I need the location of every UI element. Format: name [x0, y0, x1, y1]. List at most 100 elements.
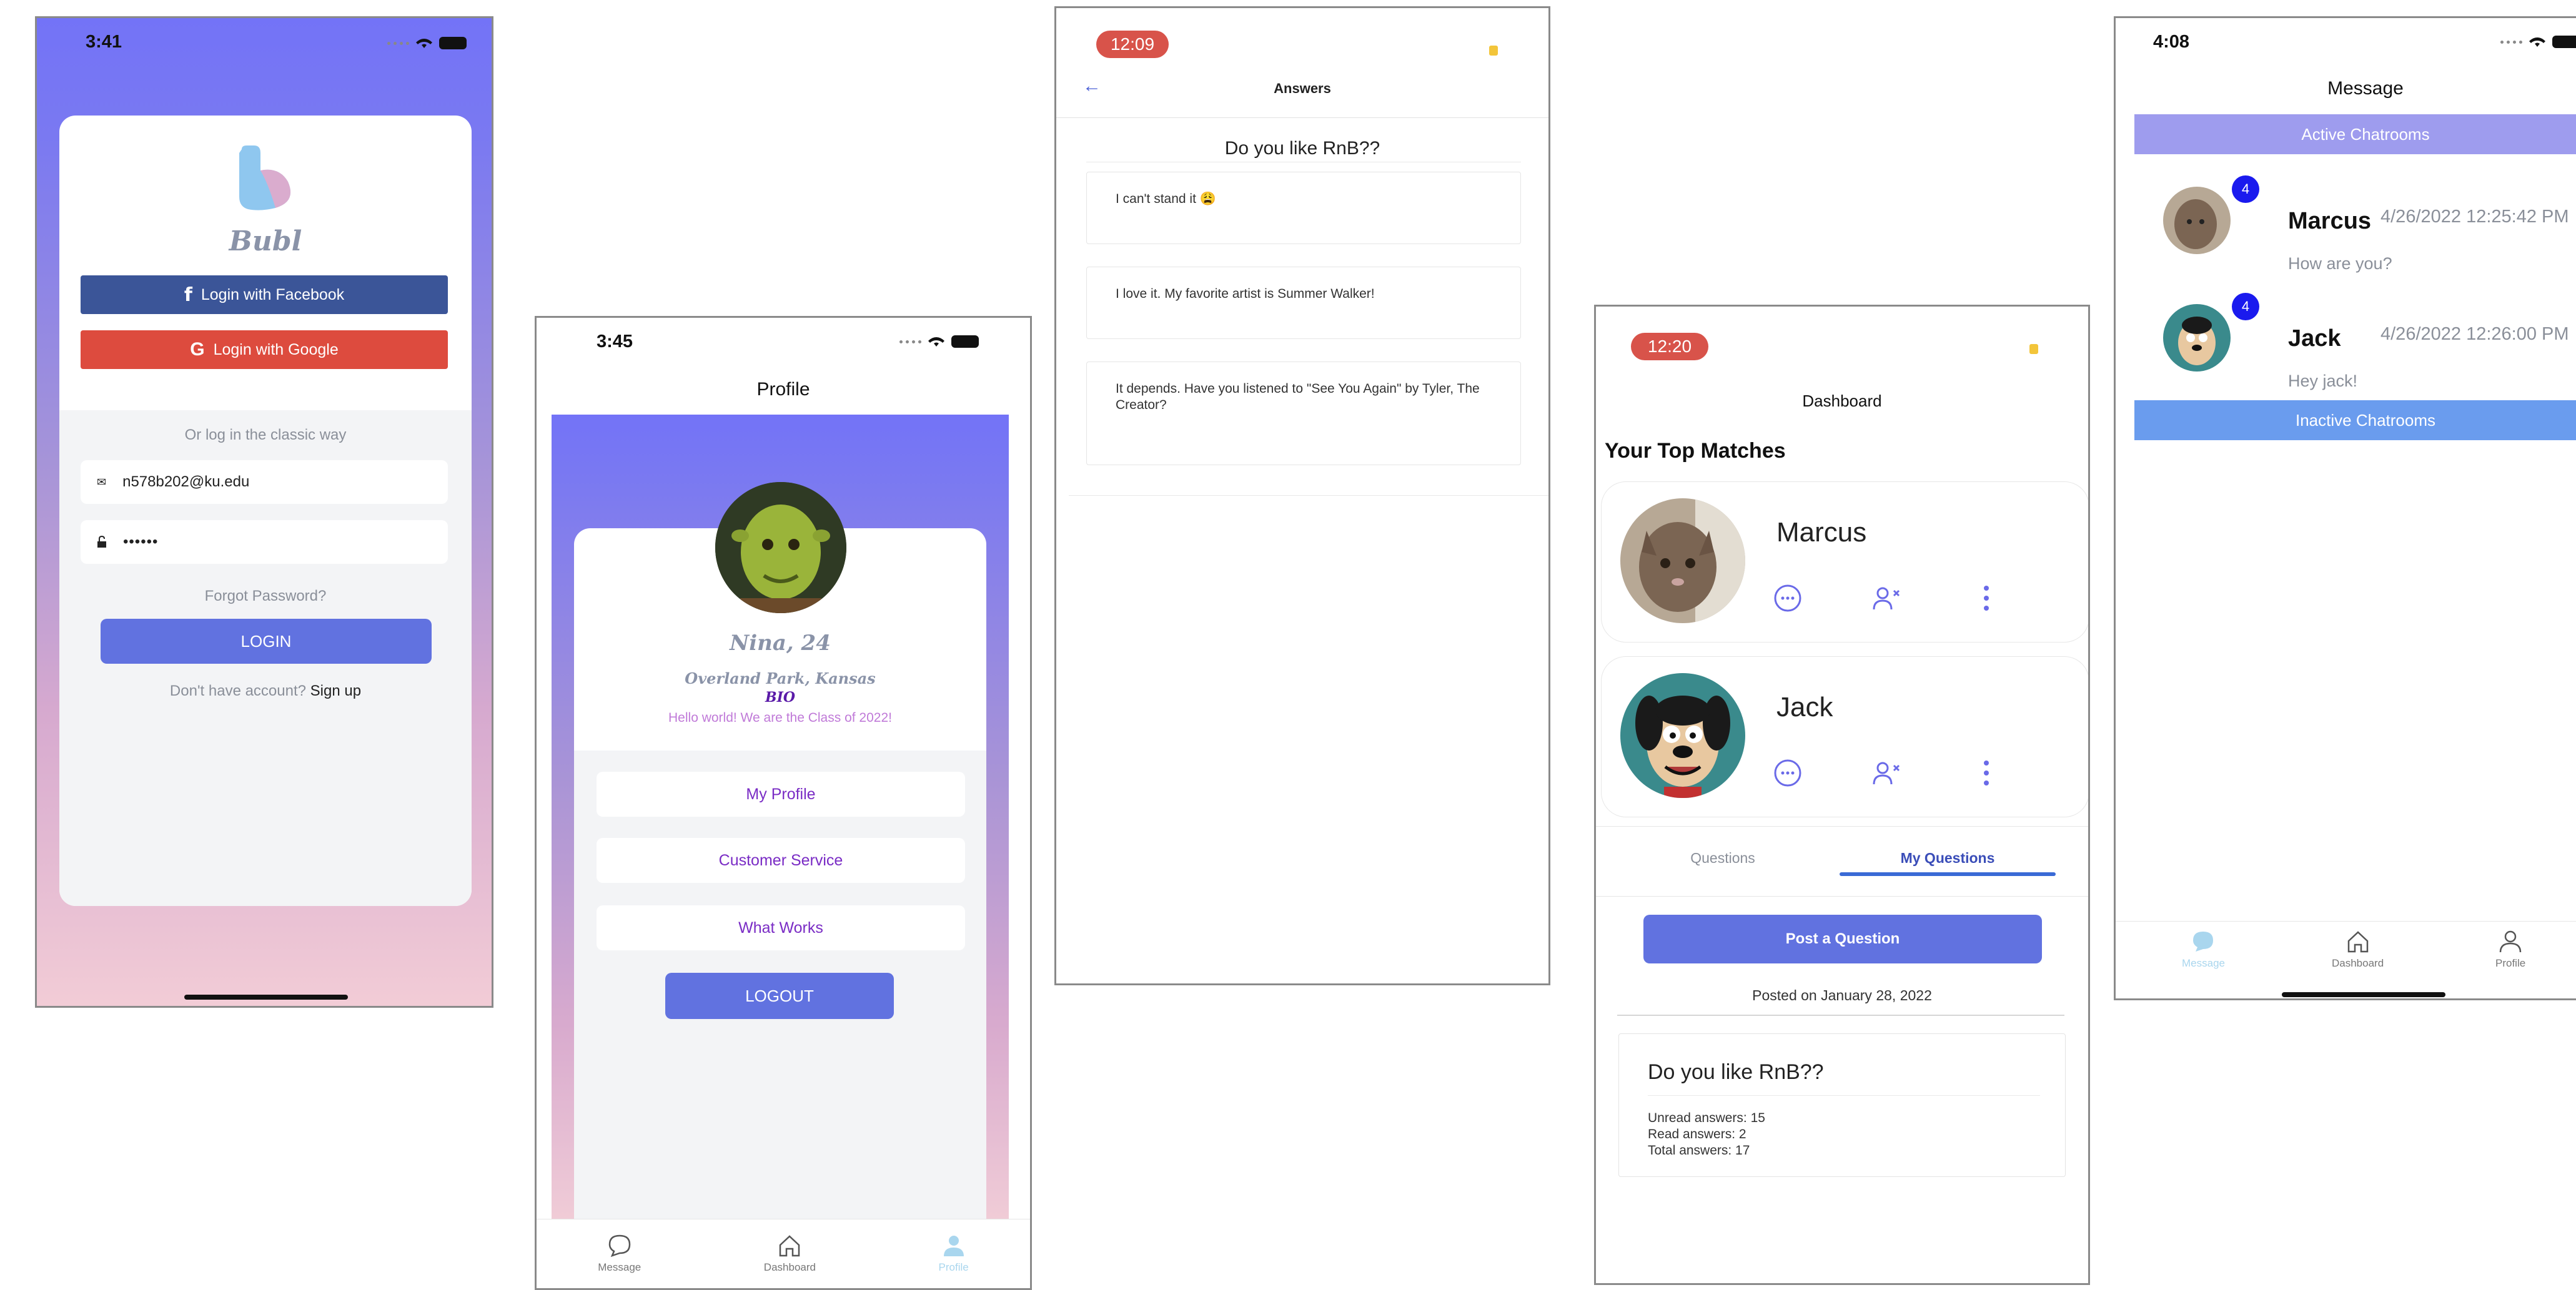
answers-screen: 12:09 ← Answers Do you like RnB?? I can'…: [1054, 6, 1550, 985]
battery-icon: [951, 335, 979, 348]
person-icon: [943, 1236, 964, 1256]
login-screen: 3:41 Bubl f Login with Facebook G Login …: [35, 16, 493, 1008]
bio-text: Hello world! We are the Class of 2022!: [668, 711, 892, 725]
section-divider: [1596, 826, 2088, 827]
header-divider: [1056, 117, 1548, 118]
signal-icon: [2500, 40, 2522, 44]
tab-dashboard-label: Dashboard: [2332, 957, 2384, 969]
profile-card: Nina, 24 Overland Park, Kansas BIO Hello…: [574, 528, 986, 1228]
match-card[interactable]: Jack: [1601, 656, 2088, 817]
status-icons: [899, 335, 979, 348]
active-tab-indicator: [1840, 872, 2056, 876]
chat-icon[interactable]: [1773, 758, 1803, 788]
tab-profile[interactable]: Profile: [2495, 930, 2525, 970]
page-title: Dashboard: [1802, 391, 1882, 410]
tab-dashboard[interactable]: Dashboard: [2332, 930, 2384, 970]
google-icon: G: [190, 339, 205, 360]
chat-icon[interactable]: [1773, 583, 1803, 613]
chat-name: Marcus: [2288, 208, 2372, 234]
chat-preview: How are you?: [2288, 254, 2392, 273]
classic-login-text: Or log in the classic way: [184, 426, 347, 443]
profile-background: Nina, 24 Overland Park, Kansas BIO Hello…: [552, 415, 1009, 1228]
status-icons: [2500, 36, 2576, 48]
tab-questions[interactable]: Questions: [1621, 850, 1825, 867]
customer-service-button[interactable]: Customer Service: [597, 838, 965, 883]
message-screen: 4:08 Message Active Chatrooms 4 Marcus 4…: [2114, 16, 2576, 1000]
status-time: 12:20: [1631, 333, 1708, 360]
tabbar-divider: [2116, 921, 2576, 922]
chat-row[interactable]: 4 Marcus 4/26/2022 12:25:42 PM How are y…: [2116, 173, 2576, 285]
tab-message[interactable]: Message: [598, 1234, 641, 1274]
unread-badge: 4: [2232, 293, 2259, 320]
remove-user-icon[interactable]: [1871, 758, 1901, 788]
match-card[interactable]: Marcus: [1601, 481, 2088, 643]
forgot-password-link[interactable]: Forgot Password?: [59, 588, 472, 605]
total-answers: Total answers: 17: [1648, 1143, 1750, 1158]
chat-preview: Hey jack!: [2288, 372, 2358, 390]
remove-user-icon[interactable]: [1871, 583, 1901, 613]
tab-dashboard[interactable]: Dashboard: [764, 1234, 816, 1274]
match-name: Marcus: [1776, 517, 1867, 548]
google-login-label: Login with Google: [213, 340, 339, 358]
unread-answers: Unread answers: 15: [1648, 1111, 1765, 1125]
chat-bubble-icon: [2193, 932, 2214, 952]
facebook-login-label: Login with Facebook: [201, 285, 345, 303]
email-field[interactable]: ✉ n578b202@ku.edu: [81, 460, 448, 504]
page-title: Answers: [1274, 81, 1331, 96]
posted-divider: [1617, 1015, 2064, 1016]
password-field[interactable]: ••••••: [81, 520, 448, 564]
google-login-button[interactable]: G Login with Google: [81, 330, 448, 369]
chat-avatar: [2163, 304, 2231, 372]
my-profile-button[interactable]: My Profile: [597, 772, 965, 817]
top-matches-heading: Your Top Matches: [1605, 439, 1786, 463]
page-title: Profile: [756, 379, 810, 400]
answer-item: It depends. Have you listened to "See Yo…: [1086, 362, 1521, 465]
signal-icon: [387, 41, 409, 45]
facebook-login-button[interactable]: f Login with Facebook: [81, 275, 448, 314]
question-title: Do you like RnB??: [1224, 138, 1380, 159]
logout-button[interactable]: LOGOUT: [665, 973, 894, 1019]
answer-item: I love it. My favorite artist is Summer …: [1086, 267, 1521, 339]
mail-icon: ✉: [97, 475, 107, 488]
tabs-divider: [1596, 896, 2088, 897]
match-avatar: [1620, 673, 1745, 798]
wifi-icon: [928, 337, 944, 347]
email-value: n578b202@ku.edu: [122, 473, 250, 490]
question-card[interactable]: Do you like RnB?? Unread answers: 15 Rea…: [1618, 1033, 2066, 1177]
match-name: Jack: [1776, 692, 1833, 722]
chat-row[interactable]: 4 Jack 4/26/2022 12:26:00 PM Hey jack!: [2116, 290, 2576, 403]
no-account-text: Don't have account?: [169, 682, 306, 699]
tab-message-label: Message: [598, 1261, 642, 1273]
what-works-button[interactable]: What Works: [597, 905, 965, 950]
password-value: ••••••: [123, 533, 159, 550]
read-answers: Read answers: 2: [1648, 1127, 1746, 1141]
chat-name: Jack: [2288, 325, 2341, 352]
battery-icon: [1489, 46, 1498, 56]
wifi-icon: [416, 39, 432, 48]
more-options-icon[interactable]: [1980, 583, 1993, 613]
profile-location: Overland Park, Kansas: [685, 669, 876, 687]
signup-link[interactable]: Sign up: [310, 682, 361, 699]
inactive-chatrooms-header[interactable]: Inactive Chatrooms: [2134, 400, 2576, 440]
signup-prompt: Don't have account? Sign up: [59, 682, 472, 700]
battery-icon: [439, 37, 467, 49]
tab-dashboard-label: Dashboard: [763, 1261, 816, 1273]
page-title: Message: [2327, 78, 2404, 99]
login-card: Bubl f Login with Facebook G Login with …: [59, 116, 472, 906]
profile-menu-section: My Profile Customer Service What Works L…: [574, 751, 986, 1228]
bubl-logo-icon: [235, 145, 295, 210]
tab-profile[interactable]: Profile: [939, 1234, 969, 1274]
profile-name-age: Nina, 24: [730, 631, 831, 656]
chat-timestamp: 4/26/2022 12:25:42 PM: [2380, 207, 2569, 227]
tab-my-questions[interactable]: My Questions: [1840, 850, 2056, 867]
tab-message[interactable]: Message: [2182, 930, 2225, 970]
tab-profile-label: Profile: [2495, 957, 2526, 969]
profile-screen: 3:45 Profile Nina, 24 Overland Park, Kan…: [535, 316, 1032, 1290]
more-options-icon[interactable]: [1980, 758, 1993, 788]
login-button[interactable]: LOGIN: [101, 619, 432, 664]
facebook-icon: f: [184, 283, 192, 306]
active-chatrooms-header[interactable]: Active Chatrooms: [2134, 114, 2576, 154]
classic-login-section: Or log in the classic way ✉ n578b202@ku.…: [59, 410, 472, 906]
post-question-button[interactable]: Post a Question: [1643, 915, 2042, 963]
status-time: 3:45: [597, 332, 633, 352]
